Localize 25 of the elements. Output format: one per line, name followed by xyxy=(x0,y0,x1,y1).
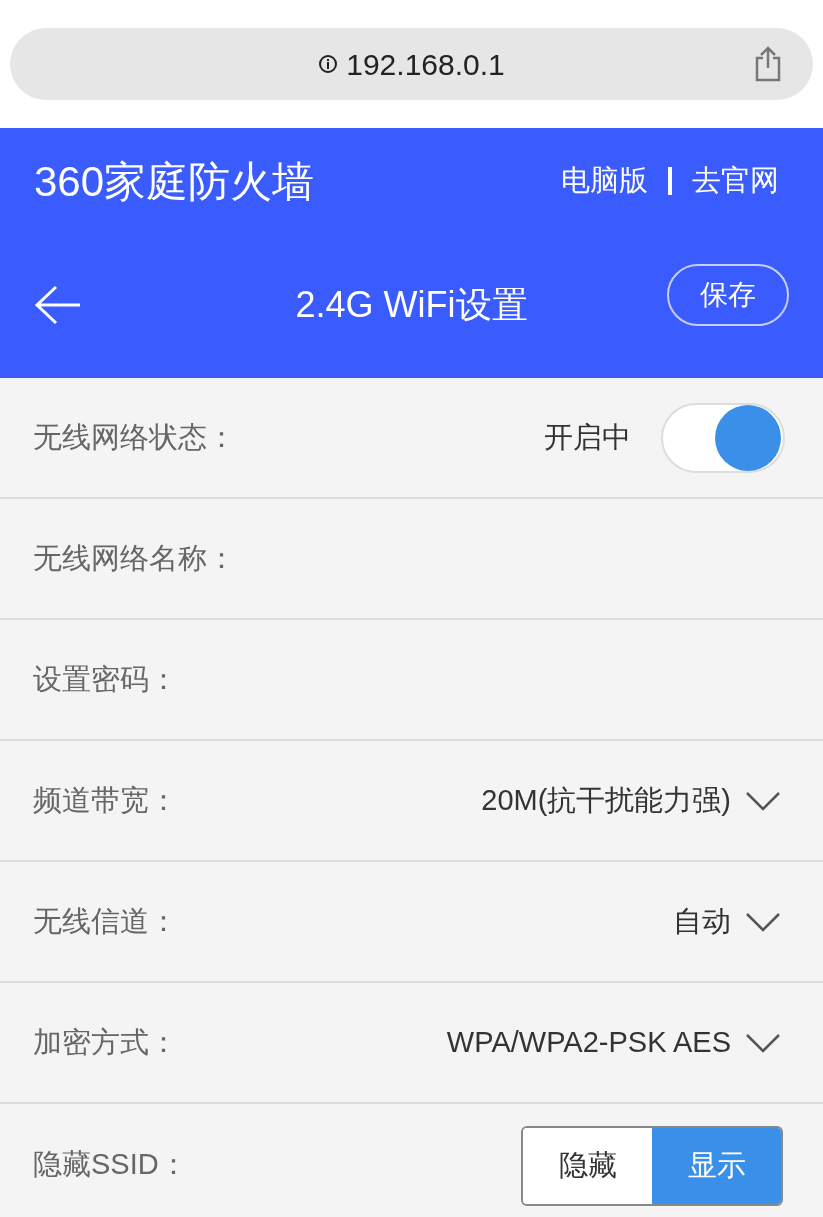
segment-option[interactable]: 隐藏 xyxy=(523,1127,652,1204)
info-icon xyxy=(318,54,339,74)
chevron-down-icon xyxy=(745,1032,781,1053)
chevron-down-icon xyxy=(745,911,781,932)
field-label: 无线网络状态： xyxy=(33,419,236,455)
back-arrow-icon[interactable] xyxy=(34,285,82,325)
field-label: 隐藏SSID： xyxy=(33,1146,188,1182)
field-label: 频道带宽： xyxy=(33,782,178,818)
header-link[interactable]: 电脑版 xyxy=(561,159,648,203)
address-bar[interactable]: 192.168.0.1 xyxy=(10,28,813,100)
brand-title: 360家庭防火墙 xyxy=(34,156,315,207)
field-label: 无线信道： xyxy=(33,903,178,939)
dropdown-select[interactable]: 20M(抗干扰能力强) xyxy=(481,778,781,823)
dropdown-select[interactable]: WPA/WPA2-PSK AES xyxy=(446,1020,781,1065)
share-icon[interactable] xyxy=(753,46,783,82)
url-text: 192.168.0.1 xyxy=(346,46,505,83)
field-label: 加密方式： xyxy=(33,1024,178,1060)
chevron-down-icon xyxy=(745,790,781,811)
field-label: 设置密码： xyxy=(33,661,178,697)
page-title: 2.4G WiFi设置 xyxy=(295,283,528,327)
dropdown-select[interactable]: 自动 xyxy=(673,899,781,944)
status-text: 开启中 xyxy=(544,419,631,455)
field-label: 无线网络名称： xyxy=(33,540,236,576)
save-button[interactable]: 保存 xyxy=(667,264,789,326)
header-link[interactable]: 去官网 xyxy=(692,159,779,203)
